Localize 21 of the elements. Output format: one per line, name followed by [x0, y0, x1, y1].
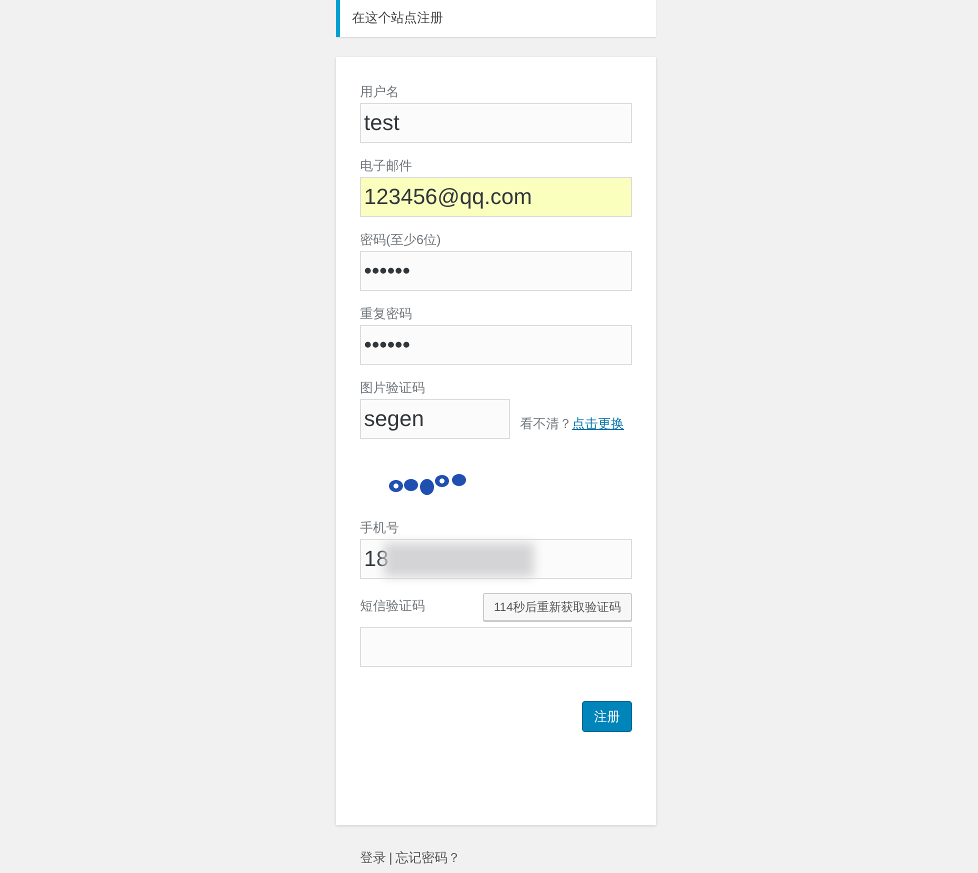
input-field[interactable]: 123456@qq.com: [360, 177, 632, 217]
footer-link[interactable]: 登录: [360, 850, 386, 865]
input-field[interactable]: segen: [360, 399, 510, 439]
resend-code-button[interactable]: 114秒后重新获取验证码: [482, 593, 632, 621]
input-field[interactable]: test: [360, 103, 632, 143]
field-label: 用户名: [360, 83, 400, 101]
field-label: 重复密码: [360, 305, 413, 323]
input-field[interactable]: ••••••: [360, 251, 632, 291]
field-label: 电子邮件: [360, 157, 413, 175]
footer-link[interactable]: 忘记密码？: [395, 850, 460, 865]
field-label: 密码(至少6位): [360, 231, 442, 249]
hint-text: 看不清？: [520, 415, 572, 433]
notice-message: 在这个站点注册: [336, 0, 656, 37]
separator-text: |: [389, 850, 392, 865]
field-label: 手机号: [360, 519, 400, 537]
register-button[interactable]: 注册: [582, 701, 632, 732]
input-field[interactable]: ••••••: [360, 325, 632, 365]
refresh-link[interactable]: 点击更换: [572, 415, 624, 433]
field-label: 短信验证码: [360, 597, 425, 615]
field-label: 图片验证码: [360, 379, 426, 397]
input-field[interactable]: [360, 627, 632, 667]
